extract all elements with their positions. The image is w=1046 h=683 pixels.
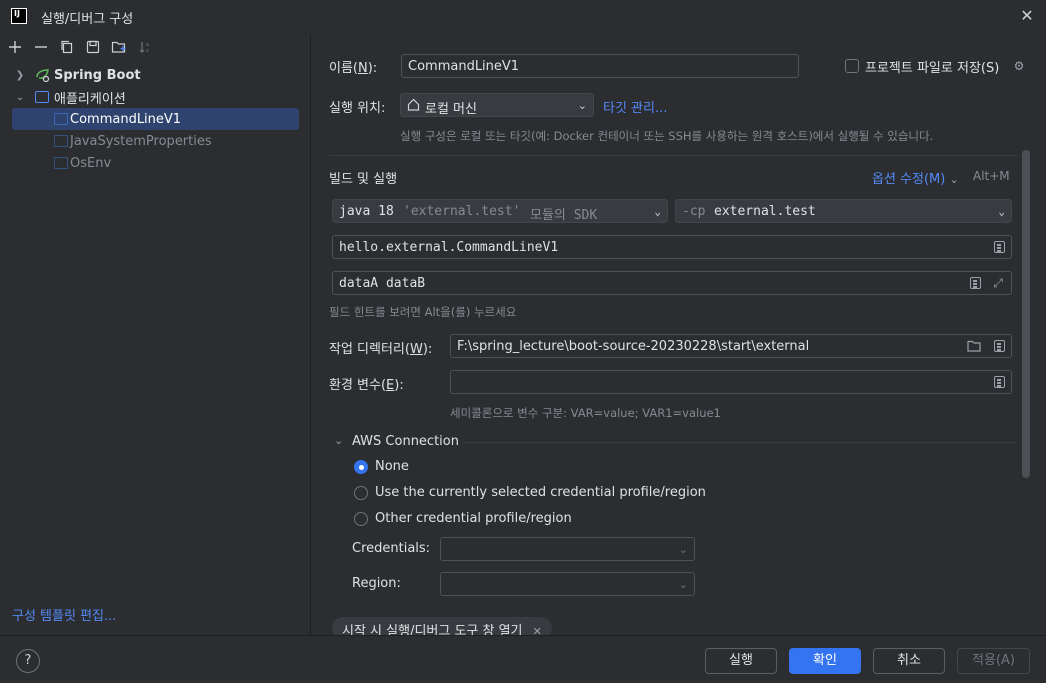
env-vars-input[interactable] (450, 370, 1012, 394)
name-label: 이름(N): (329, 61, 378, 76)
expand-icon[interactable]: ⤢ (991, 276, 1005, 290)
field-hint: 필드 힌트를 보려면 Alt을(를) 누르세요 (329, 305, 517, 319)
config-form: 이름(N): CommandLineV1 프로젝트 파일로 저장(S) ⚙ 실행… (312, 34, 1046, 635)
program-args-input[interactable]: dataA dataB ⤢ (332, 271, 1012, 295)
credentials-dropdown[interactable]: ⌄ (440, 537, 695, 561)
dialog-footer: ? 실행 확인 취소 적용(A) (0, 635, 1046, 683)
aws-option-label: None (375, 459, 409, 474)
aws-other-profile-radio[interactable] (354, 512, 368, 526)
run-on-dropdown[interactable]: 로컬 머신 ⌄ (400, 93, 594, 117)
region-dropdown[interactable]: ⌄ (440, 572, 695, 596)
tree-item-spring-boot[interactable]: ❯ Spring Boot (0, 64, 311, 86)
chevron-right-icon[interactable]: ❯ (14, 70, 26, 81)
form-scrollbar[interactable] (1022, 150, 1030, 478)
jdk-dropdown[interactable]: java 18 'external.test' 모듈의 SDK ⌄ (332, 199, 668, 223)
aws-option-label: Other credential profile/region (375, 511, 572, 526)
config-tree: ❯ Spring Boot ⌄ 애플리케이션 CommandLineV1 Jav… (0, 64, 311, 174)
tree-item-label: OsEnv (70, 155, 112, 171)
chevron-down-icon: ⌄ (949, 173, 959, 186)
store-as-project-file-label: 프로젝트 파일로 저장(S) (865, 61, 1000, 76)
svg-text:z: z (146, 48, 149, 54)
store-as-project-file-checkbox[interactable] (845, 59, 859, 73)
tree-item-commandlinev1[interactable]: CommandLineV1 (12, 108, 299, 130)
tree-item-label: JavaSystemProperties (70, 133, 212, 149)
new-folder-icon[interactable] (110, 38, 128, 56)
config-tree-pane: az ❯ Spring Boot ⌄ 애플리케이션 CommandLineV1 … (0, 34, 311, 635)
chevron-down-icon: ⌄ (678, 578, 688, 591)
divider (329, 155, 1019, 156)
application-config-icon (35, 91, 49, 103)
run-on-hint: 실행 구성은 로컬 또는 타깃(예: Docker 컨테이너 또는 SSH를 사… (400, 129, 934, 143)
edit-templates-link[interactable]: 구성 템플릿 편집... (12, 605, 116, 624)
copy-icon[interactable] (58, 38, 76, 56)
chevron-down-icon: ⌄ (678, 543, 688, 556)
tree-item-javasystemproperties[interactable]: JavaSystemProperties (0, 130, 311, 152)
cancel-button[interactable]: 취소 (873, 648, 945, 674)
run-button[interactable]: 실행 (705, 648, 777, 674)
home-icon (407, 98, 420, 115)
env-hint: 세미콜론으로 변수 구분: VAR=value; VAR1=value1 (450, 406, 721, 420)
region-label: Region: (352, 576, 401, 591)
title-bar: IJ 실행/디버그 구성 ✕ (0, 0, 1046, 34)
help-button[interactable]: ? (16, 649, 40, 673)
remove-icon[interactable] (32, 38, 50, 56)
close-icon[interactable]: ✕ (533, 625, 542, 635)
tree-item-label: Spring Boot (54, 67, 141, 83)
run-on-value: 로컬 머신 (425, 102, 477, 117)
sort-icon[interactable]: az (136, 38, 154, 56)
open-tool-window-chip[interactable]: 시작 시 실행/디버그 도구 창 열기 ✕ (332, 617, 552, 635)
build-run-title: 빌드 및 실행 (329, 172, 398, 187)
browse-icon[interactable] (994, 340, 1005, 352)
aws-current-profile-radio[interactable] (354, 486, 368, 500)
spring-boot-icon (35, 68, 51, 83)
apply-button[interactable]: 적용(A) (957, 648, 1030, 674)
main-class-input[interactable]: hello.external.CommandLineV1 (332, 235, 1012, 259)
modify-options-link[interactable]: 옵션 수정(M) ⌄ (872, 168, 959, 187)
tree-item-label: CommandLineV1 (70, 111, 182, 127)
tree-item-osenv[interactable]: OsEnv (0, 152, 311, 174)
working-dir-input[interactable]: F:\spring_lecture\boot-source-20230228\s… (450, 334, 1012, 358)
classpath-dropdown[interactable]: -cp external.test ⌄ (675, 199, 1012, 223)
application-config-icon (54, 157, 68, 169)
tree-item-label: 애플리케이션 (54, 91, 126, 107)
aws-none-radio[interactable] (354, 460, 368, 474)
manage-targets-link[interactable]: 타깃 관리... (603, 97, 667, 116)
aws-section-title[interactable]: AWS Connection (352, 434, 459, 449)
window-title: 실행/디버그 구성 (41, 12, 134, 27)
gear-icon[interactable]: ⚙ (1012, 59, 1026, 73)
browse-icon[interactable] (994, 241, 1005, 253)
tree-toolbar: az (0, 34, 310, 60)
ok-button[interactable]: 확인 (789, 648, 861, 674)
chevron-down-icon[interactable]: ⌄ (14, 92, 26, 103)
chevron-down-icon: ⌄ (577, 99, 587, 112)
browse-icon[interactable] (994, 376, 1005, 388)
application-config-icon (54, 135, 68, 147)
chevron-down-icon: ⌄ (998, 205, 1005, 218)
chevron-down-icon: ⌄ (654, 205, 661, 218)
modify-options-shortcut: Alt+M (973, 169, 1010, 183)
browse-icon[interactable] (970, 277, 981, 289)
close-icon[interactable]: ✕ (1018, 7, 1036, 25)
save-icon[interactable] (84, 38, 102, 56)
aws-option-label: Use the currently selected credential pr… (375, 485, 706, 500)
working-dir-label: 작업 디렉터리(W): (329, 342, 433, 357)
divider (462, 442, 1016, 443)
run-on-label: 실행 위치: (329, 101, 386, 116)
add-icon[interactable] (6, 38, 24, 56)
credentials-label: Credentials: (352, 541, 431, 556)
tree-item-application[interactable]: ⌄ 애플리케이션 (0, 86, 311, 108)
name-input[interactable]: CommandLineV1 (401, 54, 799, 78)
env-vars-label: 환경 변수(E): (329, 378, 404, 393)
folder-icon[interactable] (967, 340, 981, 356)
application-config-icon (54, 113, 68, 125)
intellij-logo-icon: IJ (11, 8, 27, 24)
chevron-down-icon[interactable]: ⌄ (334, 434, 343, 447)
